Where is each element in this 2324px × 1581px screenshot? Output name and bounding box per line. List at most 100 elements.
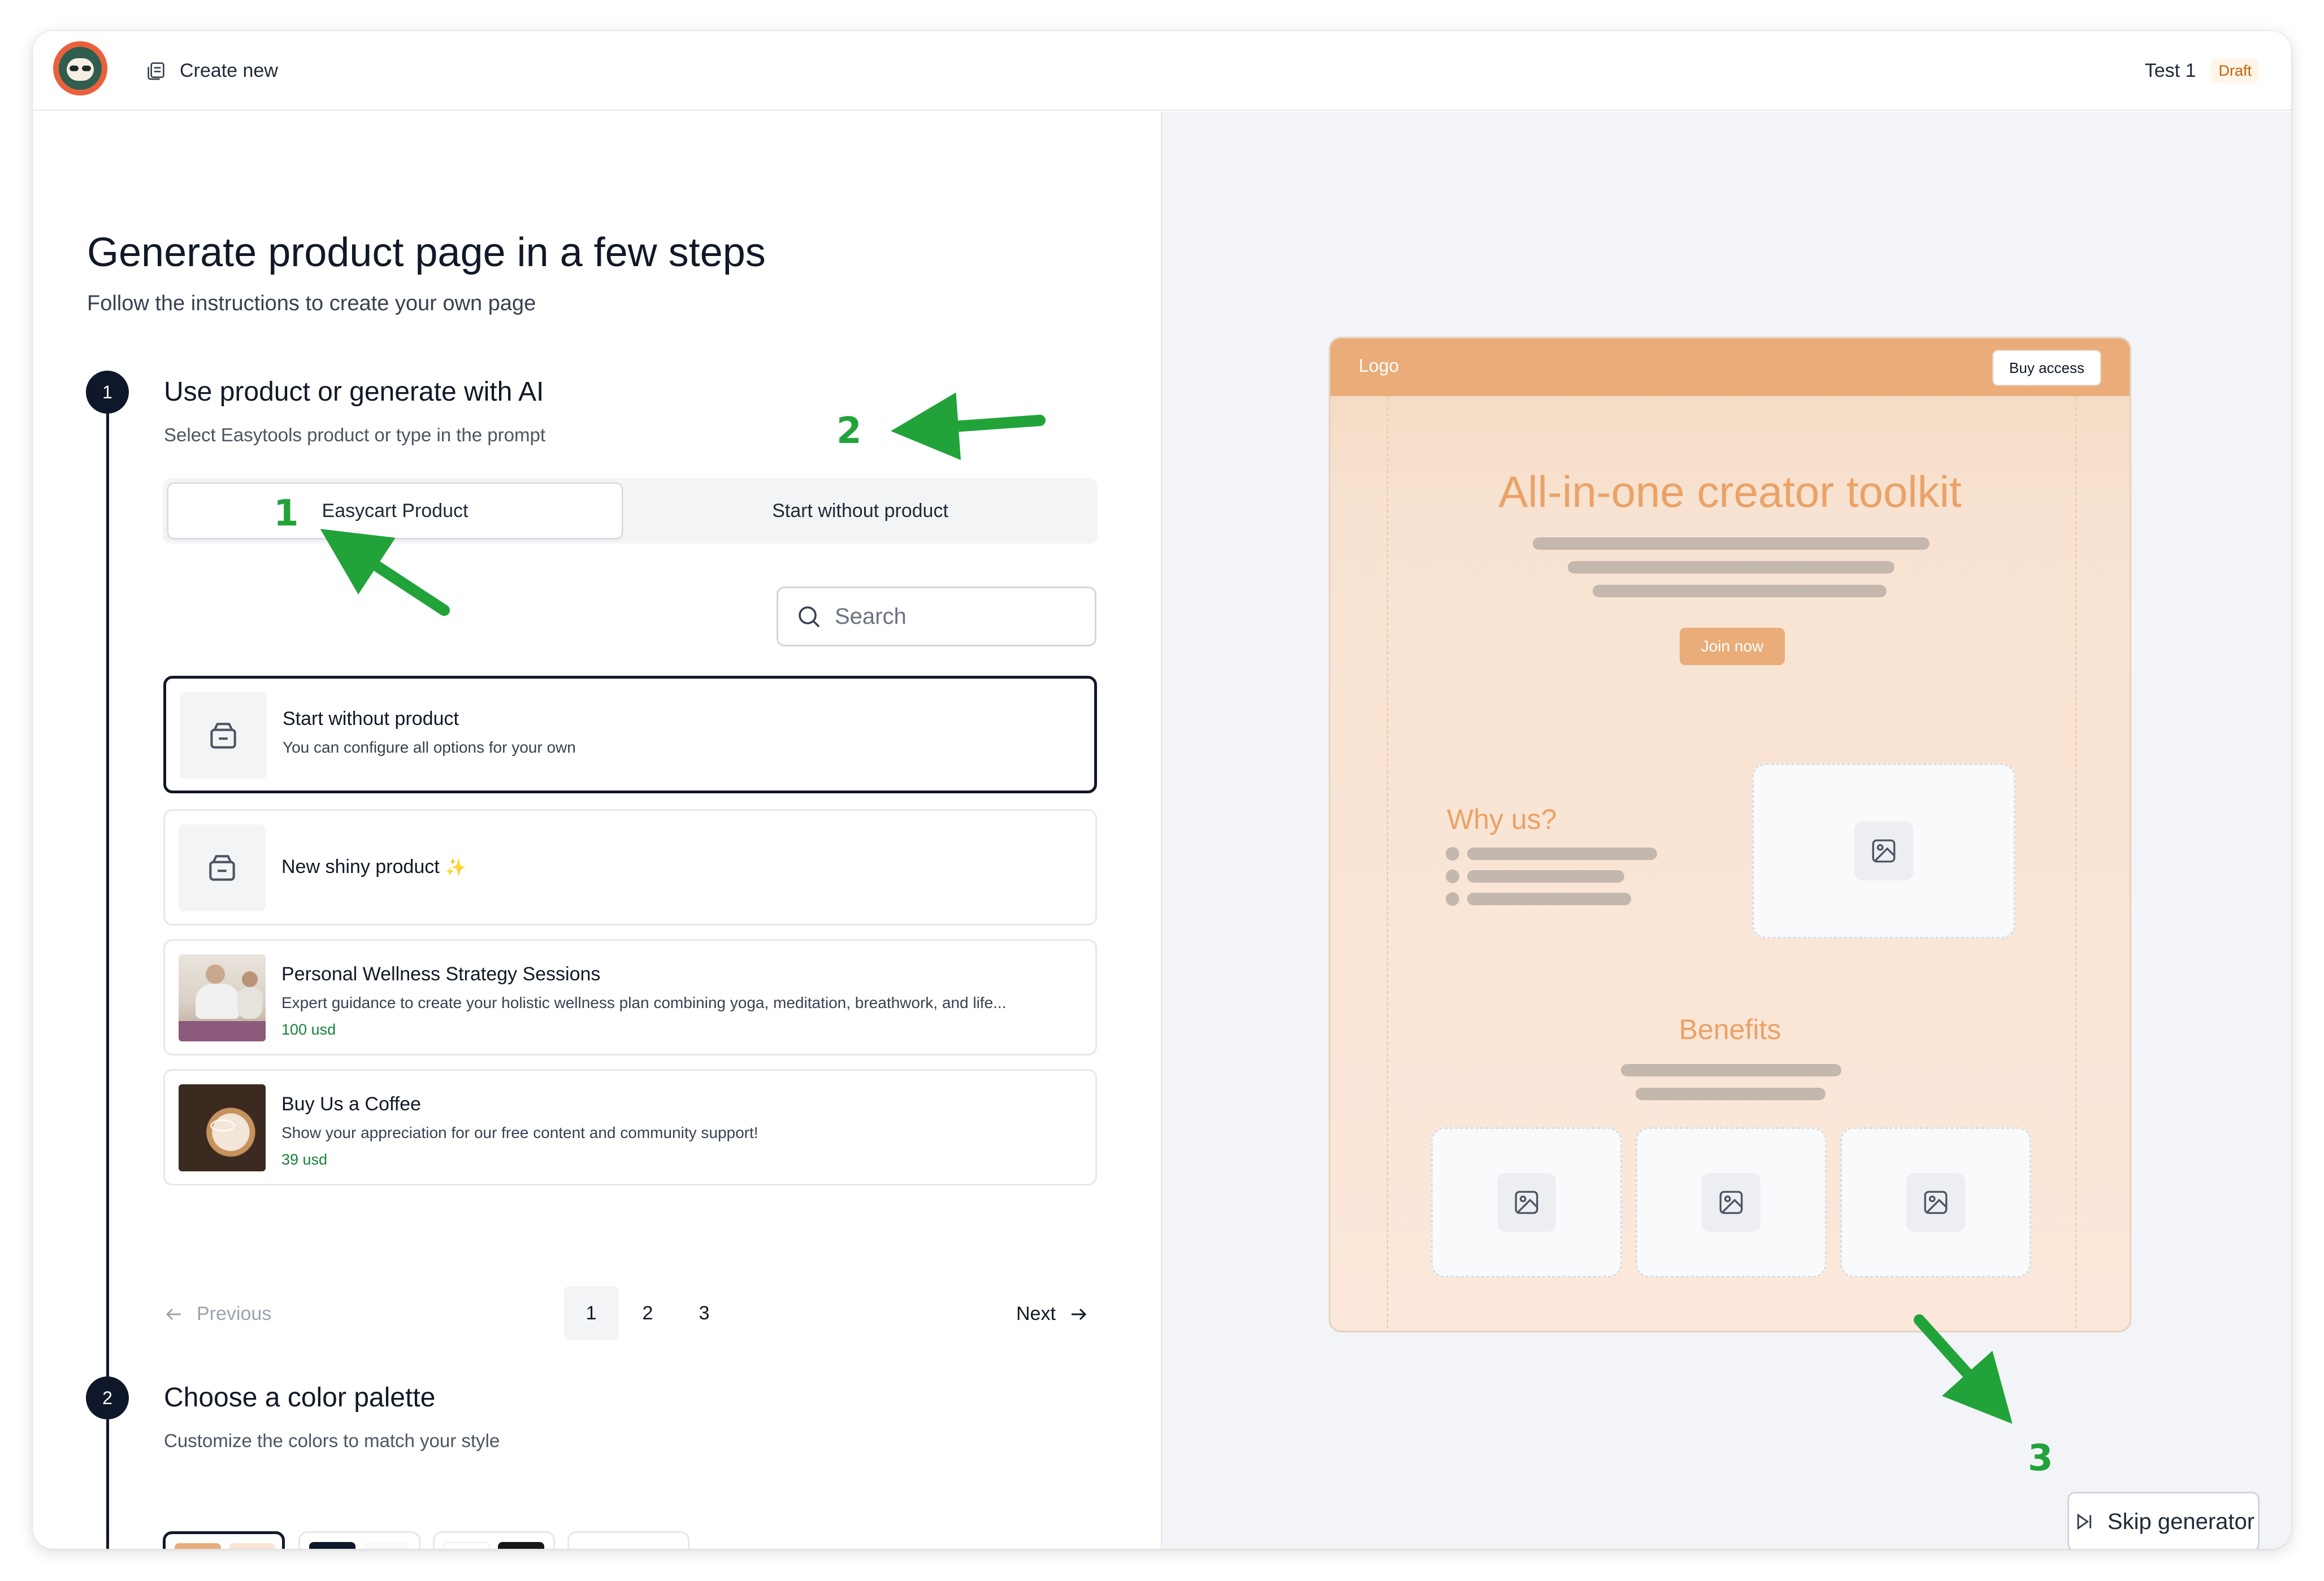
product-thumb [179, 824, 266, 911]
palette-swatch [363, 1542, 410, 1549]
step-2-subtitle: Customize the colors to match your style [164, 1430, 500, 1451]
skip-generator-label: Skip generator [2107, 1509, 2255, 1534]
coffee-photo [179, 1084, 266, 1171]
search-input[interactable]: Search [777, 587, 1096, 646]
text-placeholder [1467, 870, 1624, 883]
step-1-subtitle: Select Easytools product or type in the … [164, 424, 546, 445]
image-placeholder [1752, 763, 2015, 939]
image-placeholder [1840, 1127, 2031, 1278]
product-price: 39 usd [281, 1151, 328, 1168]
image-placeholder [1636, 1127, 1827, 1278]
source-tabs: Easycart Product Start without product [163, 478, 1098, 544]
preview-guide-left [1387, 396, 1388, 1331]
image-icon [1872, 839, 1896, 863]
next-label: Next [1016, 1303, 1056, 1324]
product-description: You can configure all options for your o… [283, 739, 576, 756]
palette-swatch [444, 1542, 490, 1549]
tab-easycart-product[interactable]: Easycart Product [167, 483, 623, 539]
search-icon [799, 606, 820, 628]
image-icon-wrap [1906, 1173, 1965, 1232]
yoga-photo [179, 954, 266, 1041]
text-placeholder [1467, 848, 1657, 860]
logo-inner [59, 47, 102, 90]
preview-buy-button: Buy access [1992, 350, 2101, 386]
preview-logo: Logo [1359, 355, 1399, 376]
product-card-start-without[interactable]: Start without product You can configure … [163, 676, 1097, 793]
generator-panel: Generate product page in a few steps Fol… [33, 112, 1161, 1549]
app-logo[interactable] [53, 41, 107, 95]
step-2-title: Choose a color palette [164, 1383, 436, 1413]
search-placeholder: Search [835, 603, 907, 629]
page-subtitle: Follow the instructions to create your o… [87, 292, 536, 315]
status-badge: Draft [2212, 58, 2258, 83]
top-bar: Create new Test 1 Draft [33, 31, 2291, 111]
image-icon-wrap [1702, 1173, 1761, 1232]
page-name[interactable]: Test 1 [2145, 60, 2196, 82]
sparkle-icon: ✨ [445, 858, 467, 877]
palette-swatch [229, 1543, 275, 1549]
steps-timeline [106, 392, 109, 1549]
bullet-dot [1446, 870, 1459, 883]
step-1-title: Use product or generate with AI [164, 377, 544, 407]
text-placeholder [1533, 537, 1930, 550]
logo-eye-left [70, 66, 79, 71]
next-page-button[interactable]: Next [1016, 1303, 1089, 1325]
annotation-number-1: 1 [274, 493, 299, 535]
create-new-label: Create new [180, 59, 278, 81]
product-title: Personal Wellness Strategy Sessions [281, 963, 601, 985]
annotation-number-3: 3 [2028, 1437, 2053, 1479]
page-2-button[interactable]: 2 [621, 1286, 675, 1340]
image-icon-wrap [1854, 822, 1913, 880]
product-card-coffee[interactable]: Buy Us a Coffee Show your appreciation f… [163, 1069, 1097, 1185]
page-preview: Logo Buy access All-in-one creator toolk… [1329, 337, 2131, 1332]
product-title: Buy Us a Coffee [281, 1093, 421, 1115]
page-status: Test 1 Draft [2145, 56, 2258, 85]
copy-icon [148, 62, 164, 80]
app-window: Create new Test 1 Draft Generate product… [33, 31, 2291, 1549]
skip-forward-icon [2077, 1513, 2092, 1530]
text-placeholder [1621, 1064, 1841, 1076]
preview-join-button: Join now [1680, 628, 1785, 665]
image-icon-wrap [1497, 1173, 1556, 1232]
bullet-dot [1446, 847, 1459, 861]
image-icon [1719, 1191, 1743, 1214]
page-3-button[interactable]: 3 [677, 1286, 731, 1340]
image-icon [1924, 1191, 1948, 1214]
previous-label: Previous [197, 1303, 272, 1324]
palette-option-3[interactable] [433, 1531, 555, 1549]
logo-face [67, 58, 94, 81]
arrow-right-icon [1071, 1308, 1087, 1320]
arrow-left-icon [166, 1308, 181, 1320]
text-placeholder [1568, 561, 1894, 574]
product-price: 100 usd [281, 1021, 336, 1038]
bullet-dot [1446, 892, 1459, 906]
image-placeholder [1431, 1127, 1622, 1278]
text-placeholder [1467, 893, 1631, 905]
image-icon [1515, 1191, 1538, 1214]
skip-generator-button[interactable]: Skip generator [2067, 1492, 2260, 1549]
product-card-new-shiny[interactable]: New shiny product ✨ [163, 809, 1097, 926]
add-palette-button[interactable]: + [567, 1531, 690, 1549]
preview-header: Logo Buy access [1330, 338, 2130, 396]
preview-headline: All-in-one creator toolkit [1498, 467, 1962, 516]
step-1-number: 1 [86, 371, 129, 414]
previous-page-button[interactable]: Previous [164, 1303, 271, 1325]
palette-option-1[interactable] [163, 1531, 285, 1549]
product-description: Expert guidance to create your holistic … [281, 994, 1007, 1011]
product-title-row: New shiny product ✨ [281, 856, 466, 878]
preview-guide-right [2075, 396, 2076, 1331]
product-description: Show your appreciation for our free cont… [281, 1124, 758, 1141]
annotation-number-2: 2 [836, 410, 862, 452]
page-1-button[interactable]: 1 [564, 1286, 618, 1340]
tab-start-without-product[interactable]: Start without product [627, 483, 1093, 539]
box-icon [210, 723, 236, 749]
text-placeholder [1636, 1088, 1826, 1100]
step-2-number: 2 [86, 1376, 129, 1419]
palette-option-2[interactable] [298, 1531, 420, 1549]
product-title: Start without product [283, 708, 459, 729]
product-card-wellness[interactable]: Personal Wellness Strategy Sessions Expe… [163, 939, 1097, 1056]
preview-benefits-heading: Benefits [1679, 1014, 1781, 1045]
product-title: New shiny product [281, 856, 440, 878]
palette-swatch [175, 1543, 221, 1549]
create-new-button[interactable]: Create new [145, 56, 278, 85]
